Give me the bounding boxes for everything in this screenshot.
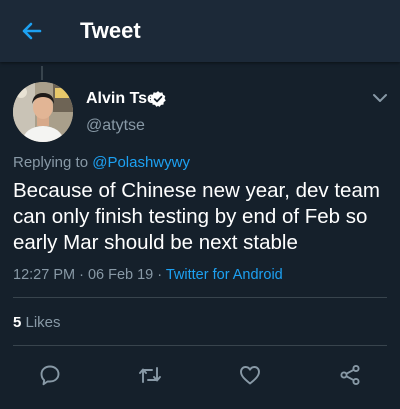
- reply-button[interactable]: [36, 361, 64, 389]
- heart-icon: [240, 366, 260, 385]
- divider: [13, 345, 387, 346]
- thread-connector-line: [41, 66, 43, 80]
- comment-icon: [40, 365, 60, 386]
- replying-to-mention[interactable]: @Polashwywy: [92, 154, 190, 171]
- likes-label: Likes: [21, 314, 61, 331]
- replying-to-line: Replying to @Polashwywy: [13, 154, 190, 172]
- arrow-left-icon: [22, 22, 42, 40]
- tweet-source-link[interactable]: Twitter for Android: [166, 267, 283, 283]
- verified-badge-icon: [150, 91, 166, 107]
- tweet-timestamp: 12:27 PM · 06 Feb 19 ·: [13, 267, 166, 283]
- avatar[interactable]: [13, 82, 73, 142]
- replying-to-label: Replying to: [13, 154, 93, 171]
- author-name[interactable]: Alvin Tse: [86, 89, 156, 109]
- tweet-text: Because of Chinese new year, dev team ca…: [13, 179, 380, 254]
- chevron-down-icon[interactable]: [370, 88, 390, 108]
- share-icon: [340, 364, 360, 386]
- author-handle[interactable]: @atytse: [86, 116, 145, 136]
- like-button[interactable]: [236, 361, 264, 389]
- avatar-photo: [13, 82, 73, 142]
- share-button[interactable]: [336, 361, 364, 389]
- retweet-icon: [139, 367, 161, 383]
- likes-count-row[interactable]: 5 Likes: [13, 314, 61, 332]
- tweet-meta: 12:27 PM · 06 Feb 19 · Twitter for Andro…: [13, 266, 283, 284]
- back-button[interactable]: [18, 17, 46, 45]
- retweet-button[interactable]: [136, 361, 164, 389]
- divider: [13, 297, 387, 298]
- page-title: Tweet: [80, 18, 141, 43]
- top-app-bar: Tweet: [0, 0, 400, 62]
